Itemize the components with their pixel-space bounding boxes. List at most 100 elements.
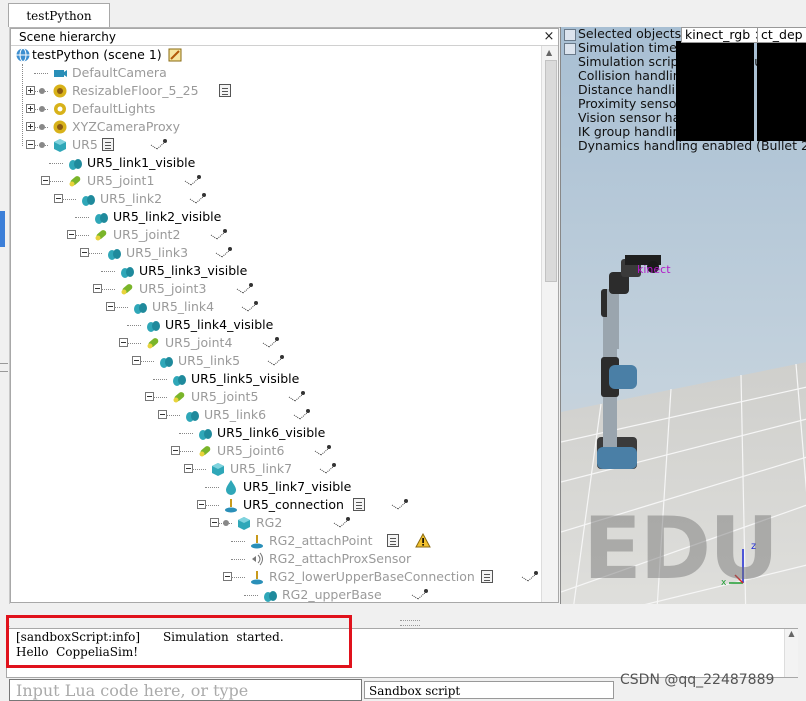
- dynamics-status-icon: [265, 352, 287, 370]
- camera-view-tab-depth[interactable]: ct_dep ×: [757, 27, 806, 43]
- script-icon[interactable]: [481, 570, 493, 583]
- edu-watermark: EDU: [583, 499, 779, 599]
- tree-item[interactable]: UR5_joint1: [11, 172, 541, 190]
- dynamics-status-icon: [389, 496, 411, 514]
- tree-connector: [127, 343, 141, 345]
- tree-item-label: UR5_link5: [178, 353, 241, 368]
- joint-object-icon: [171, 389, 187, 405]
- tree-item[interactable]: DefaultCamera: [11, 64, 541, 82]
- tree-item[interactable]: ResizableFloor_5_25: [11, 82, 541, 100]
- console-scrollbar[interactable]: ▲: [784, 629, 798, 677]
- tree-item[interactable]: UR5_link7_visible: [11, 478, 541, 496]
- tree-item[interactable]: DefaultLights: [11, 100, 541, 118]
- scrollbar-thumb[interactable]: [545, 60, 557, 282]
- scene-tab[interactable]: testPython: [8, 3, 110, 27]
- joint-object-icon: [197, 443, 213, 459]
- camera-view-black-2: [757, 41, 806, 141]
- dynamics-status-icon: [213, 244, 235, 262]
- tree-item[interactable]: UR5_joint4: [11, 334, 541, 352]
- splitter-grip[interactable]: [400, 620, 420, 626]
- camera-view-black-1: [676, 41, 754, 141]
- script-icon[interactable]: [102, 138, 114, 151]
- tree-connector: [34, 73, 48, 75]
- tree-connector: [49, 163, 63, 165]
- tree-connector: [75, 235, 89, 237]
- scroll-up-icon[interactable]: ▲: [546, 48, 552, 57]
- tree-item[interactable]: XYZCameraProxy: [11, 118, 541, 136]
- tree-item[interactable]: UR5_link5_visible: [11, 370, 541, 388]
- tree-item-label: UR5_joint3: [139, 281, 207, 296]
- shape-object-icon: [93, 209, 109, 225]
- tree-item[interactable]: UR5_connection: [11, 496, 541, 514]
- drop-object-icon: [223, 479, 239, 495]
- tree-connector: [101, 289, 115, 291]
- tree-item[interactable]: UR5_joint5: [11, 388, 541, 406]
- page-watermark: CSDN @qq_22487889: [620, 672, 775, 688]
- tree-connector: [101, 271, 115, 273]
- tree-item[interactable]: UR5_link4_visible: [11, 316, 541, 334]
- tree-item-label: XYZCameraProxy: [72, 119, 181, 134]
- dynamics-status-icon: [182, 172, 204, 190]
- tree-item[interactable]: UR5_link1_visible: [11, 154, 541, 172]
- tree-item[interactable]: UR5_link7: [11, 460, 541, 478]
- tree-item[interactable]: UR5_link2_visible: [11, 208, 541, 226]
- dynamics-status-icon: [286, 388, 308, 406]
- tree-item-label: UR5_joint5: [191, 389, 259, 404]
- box-object-icon: [210, 461, 226, 477]
- shape-object-icon: [145, 317, 161, 333]
- tree-item[interactable]: UR5_joint3: [11, 280, 541, 298]
- tree-connector: [153, 397, 167, 399]
- camera-view-tab-rgb[interactable]: kinect_rgb ×: [681, 27, 759, 43]
- tree-item[interactable]: RG2_attachPoint: [11, 532, 541, 550]
- tree-item[interactable]: UR5: [11, 136, 541, 154]
- tree-connector: [34, 127, 48, 129]
- tree-item[interactable]: RG2_attachProxSensor: [11, 550, 541, 568]
- close-icon[interactable]: ×: [542, 29, 556, 45]
- tree-item-label: RG2: [256, 515, 283, 530]
- tree-item[interactable]: UR5_link3: [11, 244, 541, 262]
- highlight-annotation-box: [6, 615, 352, 668]
- tree-item[interactable]: UR5_link3_visible: [11, 262, 541, 280]
- warning-icon: [415, 532, 431, 549]
- tree-item[interactable]: UR5_link6: [11, 406, 541, 424]
- script-icon[interactable]: [219, 84, 231, 97]
- tree-item-label: RG2_attachProxSensor: [269, 551, 412, 566]
- hierarchy-scrollbar[interactable]: ▲: [541, 46, 558, 602]
- shape-object-icon: [80, 191, 96, 207]
- tree-item[interactable]: UR5_joint6: [11, 442, 541, 460]
- tree-item[interactable]: UR5_link5: [11, 352, 541, 370]
- strip-divider: [0, 371, 8, 372]
- tree-item-label: UR5_joint2: [113, 227, 181, 242]
- script-icon[interactable]: [387, 534, 399, 547]
- shape-object-icon: [184, 407, 200, 423]
- tree-connector: [179, 451, 193, 453]
- tree-item[interactable]: UR5_link2: [11, 190, 541, 208]
- shape-object-icon: [171, 371, 187, 387]
- script-icon[interactable]: [353, 498, 365, 511]
- tree-scene-root[interactable]: testPython (scene 1): [11, 46, 541, 64]
- tree-item-label: UR5: [72, 137, 98, 152]
- dynamics-status-icon: [312, 442, 334, 460]
- shape-object-icon: [158, 353, 174, 369]
- strip-divider: [0, 363, 8, 364]
- dummy-object-icon: [249, 569, 265, 585]
- info-toggle-checkbox[interactable]: [564, 29, 576, 41]
- info-toggle-checkbox[interactable]: [564, 43, 576, 55]
- tree-item[interactable]: UR5_link6_visible: [11, 424, 541, 442]
- script-target-select[interactable]: Sandbox script: [364, 681, 614, 699]
- joint-object-icon: [119, 281, 135, 297]
- tree-item[interactable]: RG2: [11, 514, 541, 532]
- scene-edit-icon[interactable]: [167, 47, 183, 63]
- joint-object-icon: [67, 173, 83, 189]
- lua-command-input[interactable]: Input Lua code here, or type: [9, 679, 362, 701]
- tree-item-label: DefaultCamera: [72, 65, 167, 80]
- tree-item[interactable]: RG2_upperBase: [11, 586, 541, 602]
- dynamics-status-icon: [409, 586, 431, 602]
- scene-viewport[interactable]: kinect z x EDU Selected objects: Simulat…: [560, 27, 806, 625]
- floor-object-icon: [52, 119, 68, 135]
- tree-item-label: UR5_link6_visible: [217, 425, 326, 440]
- tree-item[interactable]: RG2_lowerUpperBaseConnection: [11, 568, 541, 586]
- tree-connector: [192, 469, 206, 471]
- tree-item[interactable]: UR5_joint2: [11, 226, 541, 244]
- tree-item[interactable]: UR5_link4: [11, 298, 541, 316]
